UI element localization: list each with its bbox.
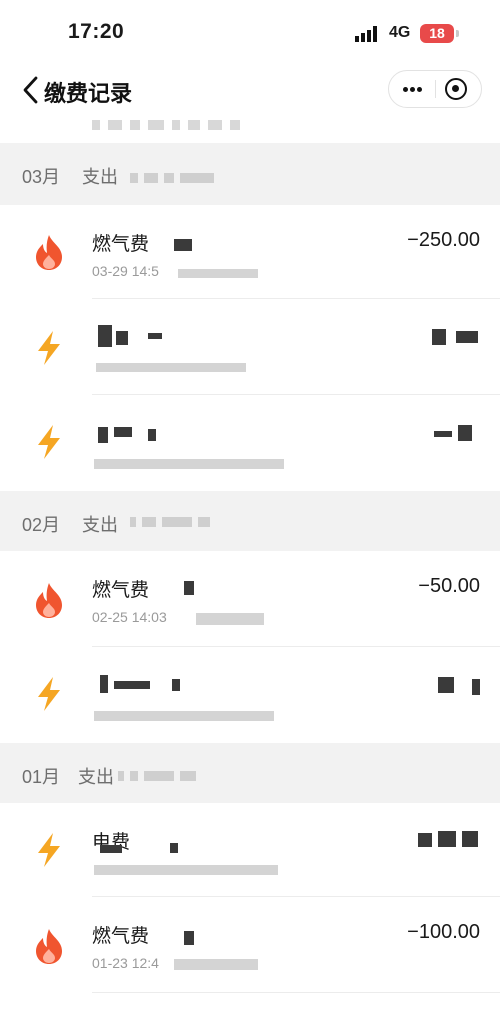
record-item[interactable] (0, 299, 500, 395)
flame-icon (36, 235, 62, 270)
signal-icon (355, 26, 377, 42)
month-header: 01月 支出 (0, 743, 500, 803)
record-date: 01-23 12:4 (92, 955, 159, 971)
expense-label: 支出 (82, 167, 118, 187)
record-amount: −100.00 (407, 921, 480, 943)
record-date: 02-25 14:03 (92, 609, 167, 625)
record-amount: −250.00 (407, 229, 480, 251)
expense-label: 支出 (82, 515, 118, 535)
flame-icon (36, 929, 62, 964)
month-label: 01月 (22, 767, 61, 787)
lightning-icon (38, 833, 60, 867)
chevron-left-icon[interactable] (20, 75, 42, 105)
network-type: 4G (389, 24, 411, 41)
lightning-icon (38, 677, 60, 711)
record-name: 燃气费 (92, 926, 150, 947)
page-title: 缴费记录 (44, 81, 133, 106)
record-item[interactable]: 燃气费 02-25 14:03 −50.00 (0, 551, 500, 647)
battery-tip (456, 30, 459, 37)
record-item[interactable]: 燃气费 03-29 14:5 −250.00 (0, 205, 500, 299)
month-header: 03月 支出 (0, 143, 500, 205)
target-close-icon[interactable] (445, 78, 467, 100)
record-name: 燃气费 (92, 234, 150, 255)
capsule-divider (435, 80, 436, 98)
more-dots-icon[interactable] (389, 71, 435, 107)
month-label: 03月 (22, 167, 61, 187)
record-name: 燃气费 (92, 580, 150, 601)
record-amount: −50.00 (418, 575, 480, 597)
record-item[interactable] (0, 395, 500, 491)
flame-icon (36, 583, 62, 618)
record-item[interactable]: 电费 (0, 803, 500, 897)
lightning-icon (38, 425, 60, 459)
expense-label: 支出 (78, 767, 114, 787)
lightning-icon (38, 331, 60, 365)
record-item[interactable] (0, 647, 500, 743)
redacted-summary (92, 120, 248, 130)
record-date: 03-29 14:5 (92, 263, 159, 279)
divider (92, 992, 500, 993)
nav-bar: 缴费记录 (0, 64, 500, 116)
status-bar: 17:20 4G 18 (0, 0, 500, 64)
battery-icon: 18 (420, 24, 454, 43)
record-item[interactable]: 燃气费 01-23 12:4 −100.00 (0, 897, 500, 993)
mini-program-capsule (388, 70, 482, 108)
month-header: 02月 支出 (0, 491, 500, 551)
redacted-total (130, 517, 216, 527)
month-label: 02月 (22, 515, 61, 535)
redacted-total (130, 173, 220, 183)
status-time: 17:20 (68, 20, 125, 43)
redacted-total (118, 771, 202, 781)
